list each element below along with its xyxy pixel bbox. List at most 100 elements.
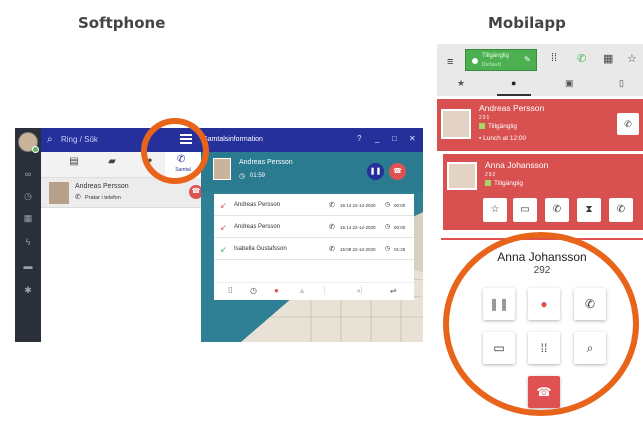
calendar-icon[interactable]: ▦: [603, 52, 613, 65]
timer-icon: ◷: [385, 246, 391, 252]
timer-icon: ◷: [385, 224, 391, 230]
close-icon[interactable]: ✕: [409, 134, 416, 143]
dialpad-icon[interactable]: ⁞⁞: [551, 52, 557, 64]
call-history: ↙ Andreas Persson ✆ 16:14 22-12-2020 ◷ 0…: [214, 194, 414, 282]
status-dot: [472, 58, 478, 64]
mic-icon[interactable]: ⏐: [322, 286, 327, 296]
active-call-status: Pratar i telefon: [85, 195, 121, 201]
history-name: Andreas Persson: [234, 202, 281, 208]
history-icon[interactable]: ◷: [22, 190, 34, 202]
incoming-call-icon: ↙: [220, 245, 227, 254]
history-date: 16:14 22-12-2020: [340, 203, 376, 208]
missed-call-icon: ↙: [220, 223, 227, 232]
call-forward-icon[interactable]: ✆: [577, 52, 586, 65]
phone-icon[interactable]: ✆: [329, 223, 335, 231]
transfer-icon[interactable]: ⇌: [390, 286, 397, 295]
timer-icon: ◷: [239, 173, 246, 180]
contact-calendar: ▪ Lunch at 12:00: [479, 135, 527, 142]
timer-icon: ◷: [385, 202, 391, 208]
contact-photo: [49, 182, 69, 204]
softphone-window: ∞ ◷ ▦ ϟ ▬ ✱ ⌕ Ring / Sök Samtalsinformat…: [15, 128, 423, 342]
hold-button[interactable]: ❚❚: [483, 288, 515, 320]
history-duration: 00:00: [394, 203, 406, 208]
list-item[interactable]: Anna Johansson 292 Tillgänglig ☆ ▭ ✆ ⧗ ✆: [443, 154, 643, 230]
history-name: Andreas Persson: [234, 224, 281, 230]
dialpad-button[interactable]: ⁞⁞: [528, 332, 560, 364]
mobilapp-heading: Mobilapp: [488, 14, 566, 32]
chat-icon[interactable]: ▬: [22, 260, 34, 272]
record-icon[interactable]: ●: [274, 286, 279, 295]
switch-device-button[interactable]: ▭: [483, 332, 515, 364]
maximize-icon[interactable]: □: [392, 134, 397, 143]
group-icon[interactable]: ꔷ: [141, 156, 159, 170]
status-sub: Default: [482, 62, 502, 68]
phone-icon[interactable]: ✆: [329, 201, 335, 209]
star-icon[interactable]: ☆: [627, 52, 637, 65]
table-row[interactable]: ↙ Andreas Persson ✆ 16:14 22-12-2020 ◷ 0…: [214, 218, 414, 238]
list-item[interactable]: Andreas Persson 291 Tillgänglig ▪ Lunch …: [437, 99, 643, 151]
user-avatar[interactable]: [18, 132, 39, 153]
voicemail-icon[interactable]: ∞: [22, 168, 34, 180]
history-icon[interactable]: ◷: [250, 286, 257, 295]
menu-icon[interactable]: ≡: [447, 56, 453, 68]
transfer-button[interactable]: ✆: [617, 113, 639, 135]
volume-icon[interactable]: ◂): [356, 286, 363, 295]
contact-status: Tillgänglig: [479, 123, 517, 130]
status-selector[interactable]: Tillgänglig Default ✎: [465, 49, 537, 71]
call-card: Andreas Persson ◷ 01:59 ❚❚ ☎: [201, 152, 423, 192]
directory-tab-icon[interactable]: ▣: [565, 78, 574, 89]
status-square: [485, 180, 491, 187]
mute-icon[interactable]: ▲: [298, 286, 306, 295]
phone-icon: ✆: [177, 154, 186, 165]
dialpad-icon[interactable]: ⁞⁞: [228, 286, 232, 295]
status-square: [479, 123, 485, 130]
calendar-text: Lunch at 12:00: [483, 135, 527, 142]
menu-icon[interactable]: [180, 134, 192, 144]
contact-name: Anna Johansson: [485, 160, 549, 170]
search-icon[interactable]: ⌕: [47, 134, 53, 145]
search-input[interactable]: Ring / Sök: [61, 135, 98, 144]
on-call-icon: ✆: [75, 194, 81, 201]
softphone-heading: Softphone: [78, 14, 166, 32]
transfer-button[interactable]: ✆: [609, 198, 633, 222]
calendar-icon[interactable]: ▦: [22, 212, 34, 224]
timer-button[interactable]: ⧗: [577, 198, 601, 222]
favorites-tab-icon[interactable]: ★: [457, 78, 465, 89]
edit-icon[interactable]: ✎: [524, 55, 531, 64]
help-icon[interactable]: ?: [357, 134, 361, 143]
table-row[interactable]: ↙ Andreas Persson ✆ 16:14 22-12-2020 ◷ 0…: [214, 196, 414, 216]
contact-number: 291: [479, 115, 491, 121]
contact-card-icon[interactable]: ▤: [65, 156, 83, 170]
active-tab-indicator: [497, 94, 531, 96]
call-button[interactable]: ✆: [545, 198, 569, 222]
call-toolbar: ⁞⁞ ◷ ● ▲ ⏐ ◂) ⇌: [214, 282, 414, 300]
groups-tab-icon[interactable]: ▯: [619, 78, 624, 89]
history-duration: 01:25: [394, 247, 406, 252]
tab-calls-label: Samtal: [175, 167, 191, 173]
favorite-button[interactable]: ☆: [483, 198, 507, 222]
list-area: [41, 208, 201, 342]
active-call-row[interactable]: Andreas Persson ✆ Pratar i telefon ☎: [41, 178, 203, 208]
mobile-app: ≡ Tillgänglig Default ✎ ⁞⁞ ✆ ▦ ☆ ★ ● ▣ ▯…: [437, 44, 643, 421]
phone-icon[interactable]: ✆: [329, 245, 335, 253]
history-duration: 00:00: [394, 225, 406, 230]
minimize-icon[interactable]: _: [375, 134, 379, 143]
side-rail: ∞ ◷ ▦ ϟ ▬ ✱: [15, 128, 41, 342]
chat-button[interactable]: ▭: [513, 198, 537, 222]
call-info-title: Samtalsinformation: [203, 136, 263, 143]
transfer-button[interactable]: ✆: [574, 288, 606, 320]
chat-tab-icon[interactable]: ▰: [103, 156, 121, 170]
tab-calls[interactable]: ✆ Samtal: [165, 152, 201, 178]
contact-photo: [441, 109, 471, 139]
hold-button[interactable]: ❚❚: [367, 163, 384, 180]
caller-photo: [213, 158, 231, 180]
settings-icon[interactable]: ✱: [22, 284, 34, 296]
end-call-button[interactable]: ☎: [389, 163, 406, 180]
contact-name: Andreas Persson: [479, 103, 545, 113]
record-button[interactable]: ●: [528, 288, 560, 320]
contacts-tab-icon[interactable]: ●: [511, 78, 516, 88]
end-call-button[interactable]: ☎: [528, 376, 560, 408]
search-button[interactable]: ⌕: [574, 332, 606, 364]
table-row[interactable]: ↙ Isabella Gustafsson ✆ 15:09 22-12-2020…: [214, 240, 414, 260]
flash-icon[interactable]: ϟ: [22, 236, 34, 248]
